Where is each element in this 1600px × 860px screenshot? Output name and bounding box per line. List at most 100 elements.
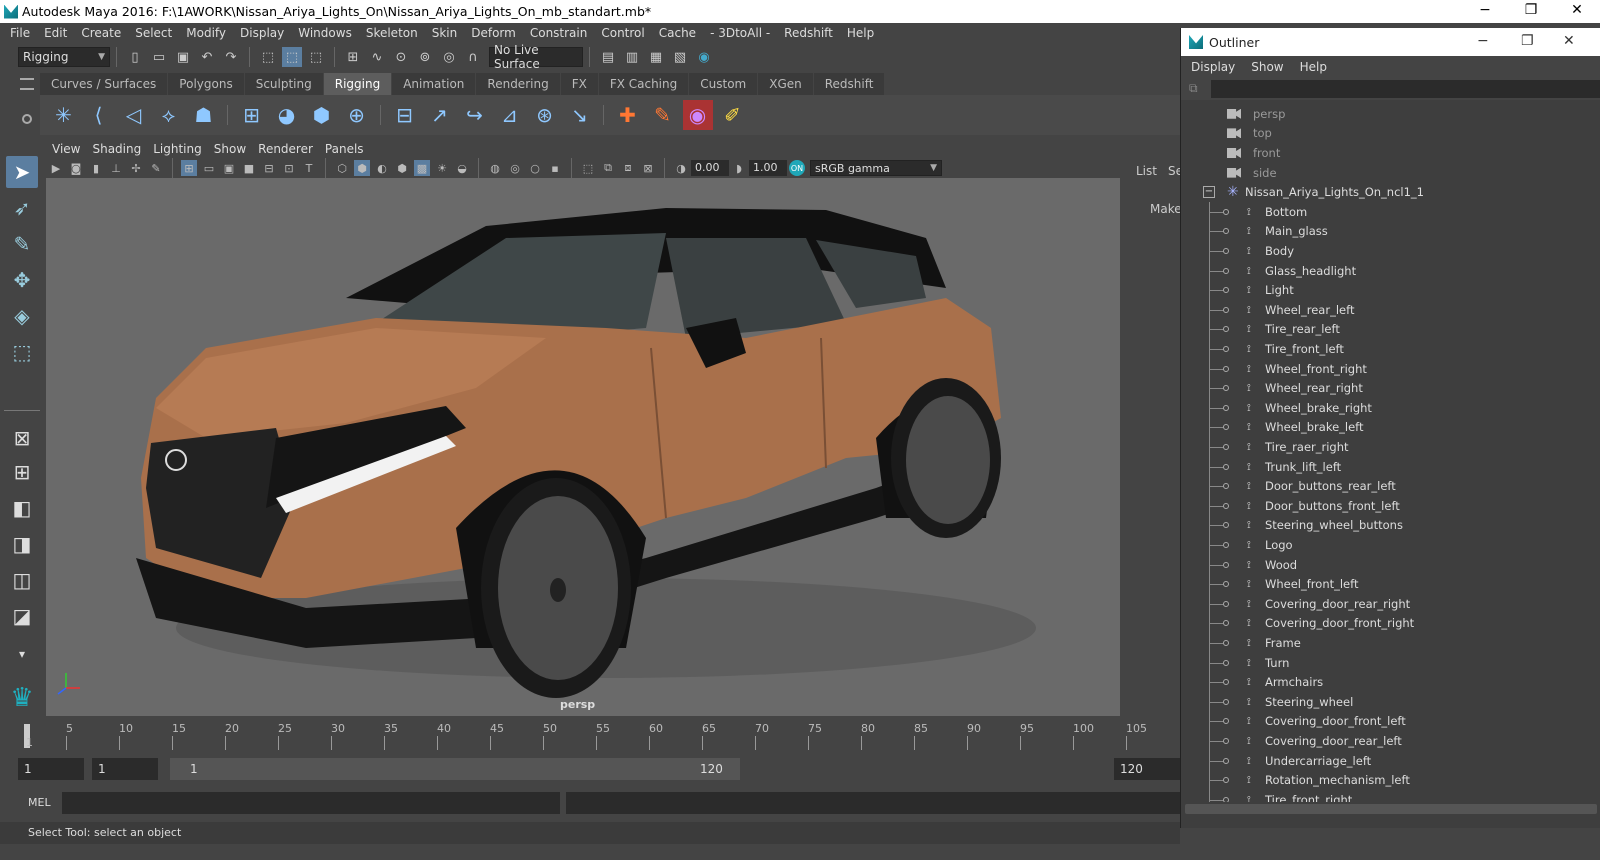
menu-skeleton[interactable]: Skeleton [366, 26, 418, 40]
snap-curve-icon[interactable]: ∿ [367, 47, 387, 67]
exposure-field[interactable]: 0.00 [691, 160, 729, 176]
xray-joints-icon[interactable]: ⧈ [620, 160, 636, 176]
bookmark-icon[interactable]: ▮ [88, 160, 104, 176]
safe-action-icon[interactable]: ⊡ [281, 160, 297, 176]
snap-surface-icon[interactable]: ◎ [439, 47, 459, 67]
shelf-tab-fx[interactable]: FX [560, 73, 598, 95]
outliner-item[interactable]: ⟟ Covering_door_rear_left [1181, 731, 1600, 751]
four-pane-layout-icon[interactable]: ⊞ [6, 456, 38, 488]
paint-weights-icon[interactable]: ↗ [425, 100, 455, 130]
driven-key-icon[interactable]: ✐ [718, 100, 748, 130]
menu-set-dropdown[interactable]: Rigging ▼ [18, 47, 110, 67]
outliner-camera-front[interactable]: front [1181, 143, 1600, 163]
list-menu[interactable]: List [1136, 164, 1157, 178]
hypershade-layout-icon[interactable]: ◫ [6, 564, 38, 596]
shelf-tab-curves[interactable]: Curves / Surfaces [40, 73, 168, 95]
orient-constraint-icon[interactable]: ⊛ [530, 100, 560, 130]
sculpt-deformer-icon[interactable]: ◕ [272, 100, 302, 130]
outliner-item[interactable]: ⟟ Undercarriage_left [1181, 750, 1600, 771]
shelf-tab-redshift[interactable]: Redshift [813, 73, 885, 95]
outliner-camera-top[interactable]: top [1181, 124, 1600, 144]
snap-view-icon[interactable]: ⊚ [415, 47, 435, 67]
outliner-item[interactable]: ⟟ Wheel_brake_right [1181, 398, 1600, 418]
rotate-tool-icon[interactable]: ◈ [6, 300, 38, 332]
outliner-item[interactable]: ⟟ Frame [1181, 633, 1600, 653]
screen-space-ao-icon[interactable]: ◍ [487, 160, 503, 176]
outliner-menu-show[interactable]: Show [1251, 60, 1283, 74]
camera-icon[interactable]: ▶ [48, 160, 64, 176]
antialiasing-icon[interactable]: ○ [527, 160, 543, 176]
menu-3dtoall[interactable]: - 3DtoAll - [710, 26, 770, 40]
shelf-settings-icon[interactable] [22, 114, 32, 124]
collapse-icon[interactable]: − [1203, 186, 1215, 199]
maximize-button[interactable]: ❐ [1508, 0, 1554, 23]
camera-attr-icon[interactable]: ◙ [68, 160, 84, 176]
resolution-gate-icon[interactable]: ▣ [221, 160, 237, 176]
humanik-icon[interactable]: ☗ [189, 100, 219, 130]
outliner-item[interactable]: ⟟ Rotation_mechanism_left [1181, 770, 1600, 790]
snap-grid-icon[interactable]: ⊞ [343, 47, 363, 67]
outliner-item[interactable]: ⟟ Body [1181, 241, 1600, 261]
filter-icon[interactable]: ⧉ [1189, 81, 1198, 96]
menu-create[interactable]: Create [81, 26, 121, 40]
outliner-item[interactable]: ⟟ Wheel_front_right [1181, 358, 1600, 379]
select-object-icon[interactable]: ⬚ [282, 47, 302, 67]
exposure-icon[interactable]: ◑ [673, 160, 689, 176]
mel-label[interactable]: MEL [28, 796, 51, 809]
point-constraint-icon[interactable]: ⊿ [495, 100, 525, 130]
open-scene-icon[interactable]: ▭ [149, 47, 169, 67]
outliner-item[interactable]: ⟟ Tire_front_right [1181, 790, 1600, 802]
panel-menu-renderer[interactable]: Renderer [258, 142, 313, 156]
menu-display[interactable]: Display [240, 26, 284, 40]
live-surface-field[interactable]: No Live Surface [489, 43, 583, 71]
grid-icon[interactable]: ⊞ [181, 160, 197, 176]
persp-graph-layout-icon[interactable]: ◪ [6, 600, 38, 632]
close-button[interactable]: ✕ [1554, 0, 1600, 23]
shelf-tab-rendering[interactable]: Rendering [476, 73, 560, 95]
outliner-item[interactable]: ⟟ Bottom [1181, 202, 1600, 222]
shelf-tab-sculpting[interactable]: Sculpting [244, 73, 323, 95]
snap-magnet-icon[interactable]: ∩ [463, 47, 483, 67]
paint-select-icon[interactable]: ✎ [6, 228, 38, 260]
field-chart-icon[interactable]: ⊟ [261, 160, 277, 176]
mel-input[interactable] [62, 792, 560, 814]
move-tool-icon[interactable]: ✥ [6, 264, 38, 296]
outliner-menu-display[interactable]: Display [1191, 60, 1235, 74]
hypershade-icon[interactable]: ◉ [694, 47, 714, 67]
outliner-item[interactable]: ⟟ Covering_door_front_left [1181, 711, 1600, 732]
outliner-item[interactable]: ⟟ Door_buttons_rear_left [1181, 476, 1600, 496]
cluster-icon[interactable]: ⊕ [342, 100, 372, 130]
depth-of-field-icon[interactable]: ▪ [547, 160, 563, 176]
shelf-tab-xgen[interactable]: XGen [758, 73, 813, 95]
lattice-icon[interactable]: ⊞ [237, 100, 267, 130]
xray-components-icon[interactable]: ⊠ [640, 160, 656, 176]
menu-select[interactable]: Select [135, 26, 172, 40]
outliner-group-root[interactable]: − ✳ Nissan_Ariya_Lights_On_ncl1_1 [1181, 182, 1600, 202]
outliner-item[interactable]: ⟟ Tire_front_left [1181, 339, 1600, 359]
film-gate-icon[interactable]: ▭ [201, 160, 217, 176]
new-scene-icon[interactable]: ▯ [125, 47, 145, 67]
use-lights-icon[interactable]: ☀ [434, 160, 450, 176]
textured-icon[interactable]: ▩ [414, 160, 430, 176]
panel-menu-shading[interactable]: Shading [92, 142, 141, 156]
outliner-search-input[interactable] [1211, 80, 1600, 98]
outliner-item[interactable]: ⟟ Covering_door_rear_right [1181, 594, 1600, 614]
shelf-tab-polygons[interactable]: Polygons [168, 73, 244, 95]
layout-more-icon[interactable]: ▾ [6, 638, 38, 670]
panel-menu-panels[interactable]: Panels [325, 142, 364, 156]
outliner-item[interactable]: ⟟ Trunk_lift_left [1181, 456, 1600, 477]
menu-help[interactable]: Help [847, 26, 874, 40]
outliner-layout-icon[interactable]: ◧ [6, 492, 38, 524]
redo-icon[interactable]: ↷ [221, 47, 241, 67]
select-tool-icon[interactable]: ➤ [6, 156, 38, 188]
locator-icon[interactable]: ✚ [613, 100, 643, 130]
image-plane-icon[interactable]: ⊥ [108, 160, 124, 176]
smooth-shade-icon[interactable]: ⬢ [354, 160, 370, 176]
render-view-icon[interactable]: ▤ [598, 47, 618, 67]
minimize-button[interactable]: − [1462, 0, 1508, 23]
outliner-item[interactable]: ⟟ Wheel_rear_right [1181, 378, 1600, 398]
undo-icon[interactable]: ↶ [197, 47, 217, 67]
outliner-horizontal-scrollbar[interactable] [1185, 804, 1597, 814]
2d-pan-icon[interactable]: ✢ [128, 160, 144, 176]
menu-modify[interactable]: Modify [186, 26, 226, 40]
